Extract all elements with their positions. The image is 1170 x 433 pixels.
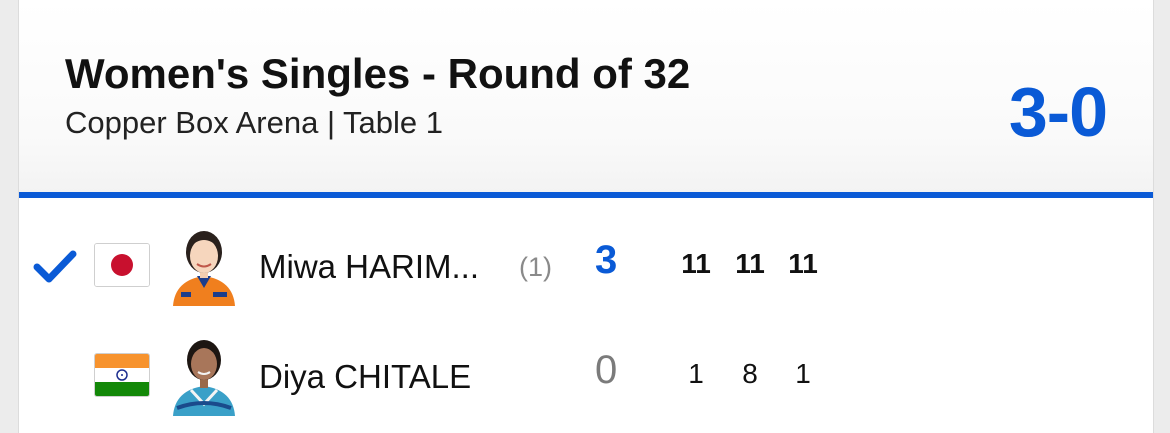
player-avatar <box>169 332 239 416</box>
set-score: 11 <box>788 248 818 279</box>
india-flag-icon <box>94 353 150 397</box>
set-score: 8 <box>742 358 758 389</box>
match-header: Women's Singles - Round of 32 Copper Box… <box>19 0 1153 192</box>
match-card[interactable]: Women's Singles - Round of 32 Copper Box… <box>18 0 1154 433</box>
player-row-1[interactable]: Miwa HARIM... (1) 3 11 11 11 <box>19 210 1153 320</box>
match-score: 3-0 <box>1008 73 1108 151</box>
player-seed: (1) <box>519 252 552 282</box>
set-score: 1 <box>688 358 704 389</box>
player-name: Diya CHITALE <box>259 358 472 395</box>
event-title: Women's Singles - Round of 32 <box>65 50 691 97</box>
set-score: 11 <box>681 248 711 279</box>
games-won: 3 <box>595 238 618 282</box>
set-score: 11 <box>735 248 765 279</box>
games-won: 0 <box>595 348 618 392</box>
venue-table: Copper Box Arena | Table 1 <box>65 105 444 140</box>
player-name: Miwa HARIM... <box>259 248 480 285</box>
player-avatar <box>169 222 239 306</box>
japan-flag-icon <box>94 243 150 287</box>
set-score: 1 <box>795 358 811 389</box>
header-divider <box>19 192 1153 198</box>
winner-check-icon <box>33 246 77 286</box>
player-row-2[interactable]: Diya CHITALE 0 1 8 1 <box>19 320 1153 430</box>
